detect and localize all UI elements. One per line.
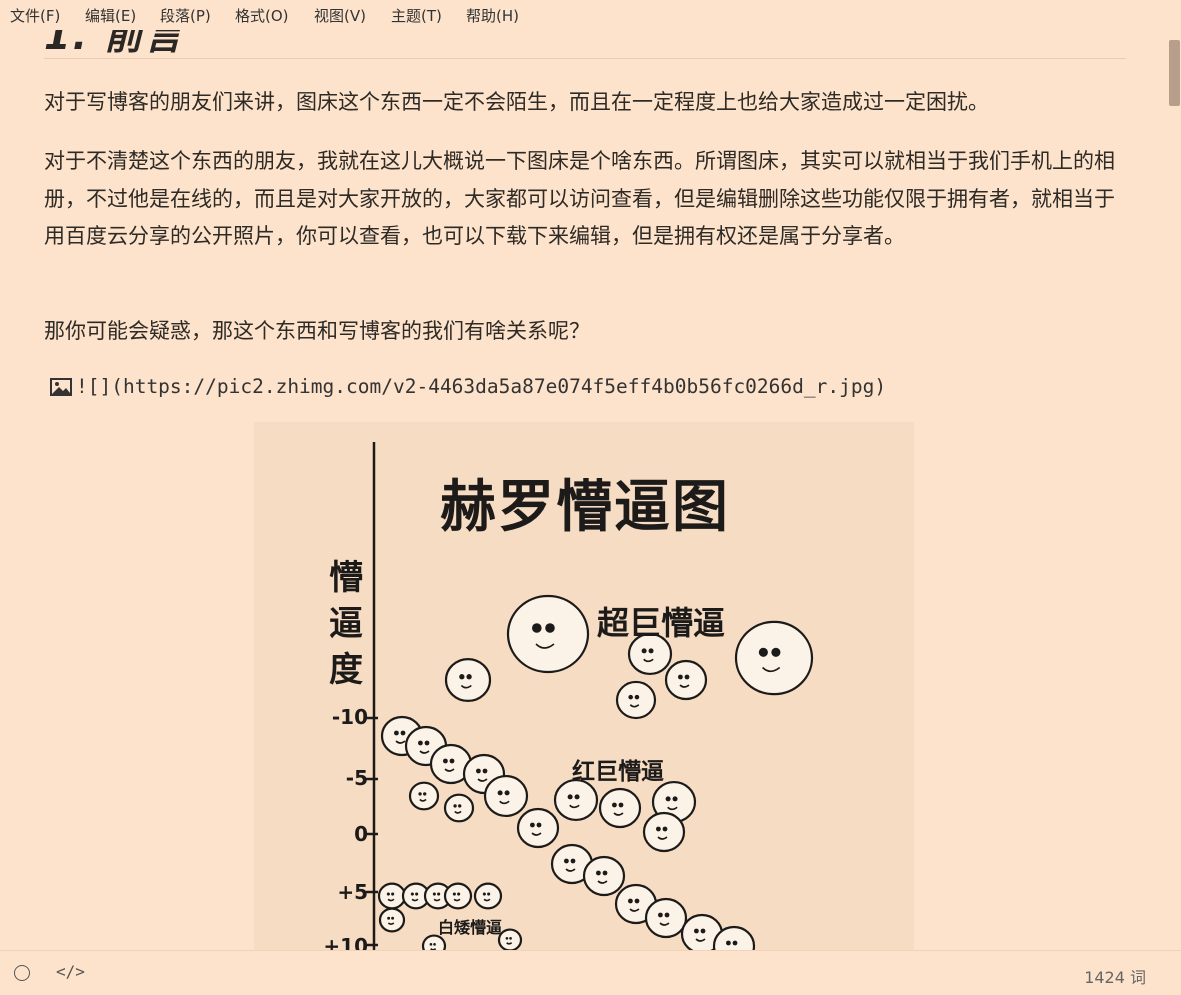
menu-bar: 文件(F) 编辑(E) 段落(P) 格式(O) 视图(V) 主题(T) 帮助(H… xyxy=(0,0,1181,30)
embedded-image[interactable]: 赫罗懵逼图 懵逼度 -10 -5 0 +5 +10 超巨懵逼 红巨懵逼 白矮懵逼 xyxy=(254,422,914,950)
label-super-giant: 超巨懵逼 xyxy=(597,604,726,642)
paragraph-1[interactable]: 对于写博客的朋友们来讲，图床这个东西一定不会陌生，而且在一定程度上也给大家造成过… xyxy=(44,84,1129,122)
meme-title: 赫罗懵逼图 xyxy=(440,475,730,540)
menu-view[interactable]: 视图(V) xyxy=(314,5,366,26)
menu-format[interactable]: 格式(O) xyxy=(235,5,289,26)
word-count[interactable]: 1424 词 xyxy=(1084,964,1146,988)
tick-0: 0 xyxy=(354,822,368,846)
menu-help[interactable]: 帮助(H) xyxy=(466,5,519,26)
tick-minus-10: -10 xyxy=(331,705,368,729)
menu-file[interactable]: 文件(F) xyxy=(10,5,60,26)
status-bar: </> 1424 词 xyxy=(0,950,1181,995)
tick-minus-5: -5 xyxy=(345,766,368,790)
menu-paragraph[interactable]: 段落(P) xyxy=(160,5,211,26)
tick-plus-5: +5 xyxy=(337,880,368,904)
outline-toggle-icon[interactable] xyxy=(14,965,30,981)
image-markdown-text: ![](https://pic2.zhimg.com/v2-4463da5a87… xyxy=(76,375,887,398)
paragraph-3[interactable]: 那你可能会疑惑，那这个东西和写博客的我们有啥关系呢？ xyxy=(44,313,1129,351)
image-icon xyxy=(50,377,72,396)
heading-divider xyxy=(44,58,1126,59)
editor-content[interactable]: 1. 前言 对于写博客的朋友们来讲，图床这个东西一定不会陌生，而且在一定程度上也… xyxy=(0,0,1168,950)
menu-edit[interactable]: 编辑(E) xyxy=(85,5,136,26)
paragraph-2[interactable]: 对于不清楚这个东西的朋友，我就在这儿大概说一下图床是个啥东西。所谓图床，其实可以… xyxy=(44,143,1129,256)
menu-theme[interactable]: 主题(T) xyxy=(391,5,442,26)
vertical-scrollbar[interactable] xyxy=(1168,30,1181,950)
tick-plus-10: +10 xyxy=(323,934,368,950)
label-red-giant: 红巨懵逼 xyxy=(572,759,664,785)
meme-y-label: 懵逼度 xyxy=(329,558,363,690)
scrollbar-thumb[interactable] xyxy=(1169,40,1180,106)
source-mode-icon[interactable]: </> xyxy=(56,962,85,981)
label-white-dwarf: 白矮懵逼 xyxy=(438,918,503,937)
image-markdown-source[interactable]: ![](https://pic2.zhimg.com/v2-4463da5a87… xyxy=(50,375,886,398)
